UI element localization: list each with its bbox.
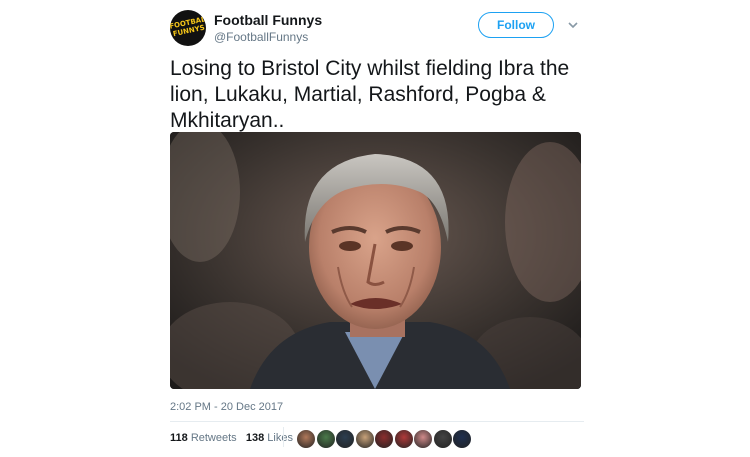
tweet-stats: 118 Retweets 138 Likes	[170, 432, 293, 444]
liker-avatar[interactable]	[393, 429, 414, 449]
liker-avatar[interactable]	[374, 429, 394, 449]
tweet-card: FOOTBALL FUNNYS Football Funnys @Footbal…	[170, 0, 584, 457]
follow-button[interactable]: Follow	[478, 12, 554, 38]
retweets-label: Retweets	[190, 432, 237, 444]
liker-avatar[interactable]	[315, 429, 336, 449]
divider	[170, 421, 584, 422]
avatar[interactable]: FOOTBALL FUNNYS	[170, 10, 206, 46]
author-handle[interactable]: @FootballFunnys	[214, 30, 308, 44]
tweet-timestamp[interactable]: 2:02 PM - 20 Dec 2017	[170, 401, 283, 413]
chevron-down-icon[interactable]	[568, 20, 578, 30]
stats-separator	[283, 427, 284, 447]
liker-avatar[interactable]	[335, 429, 355, 449]
retweets-stat[interactable]: 118 Retweets	[170, 432, 237, 444]
likes-stat[interactable]: 138 Likes	[246, 432, 293, 444]
likes-count: 138	[245, 432, 265, 444]
tweet-header: FOOTBALL FUNNYS Football Funnys @Footbal…	[170, 8, 584, 48]
liker-avatar[interactable]	[296, 429, 316, 449]
likes-label: Likes	[267, 432, 293, 444]
avatar-logo-text: FOOTBALL FUNNYS	[170, 14, 206, 39]
liker-avatar[interactable]	[413, 429, 433, 449]
liker-avatar[interactable]	[354, 429, 375, 449]
author-name[interactable]: Football Funnys	[214, 12, 322, 28]
liker-avatar[interactable]	[452, 429, 472, 449]
retweets-count: 118	[170, 432, 188, 444]
tweet-photo[interactable]	[170, 132, 581, 389]
liker-avatar[interactable]	[432, 429, 453, 449]
photo-illustration	[170, 132, 581, 389]
tweet-text: Losing to Bristol City whilst fielding I…	[170, 57, 570, 132]
